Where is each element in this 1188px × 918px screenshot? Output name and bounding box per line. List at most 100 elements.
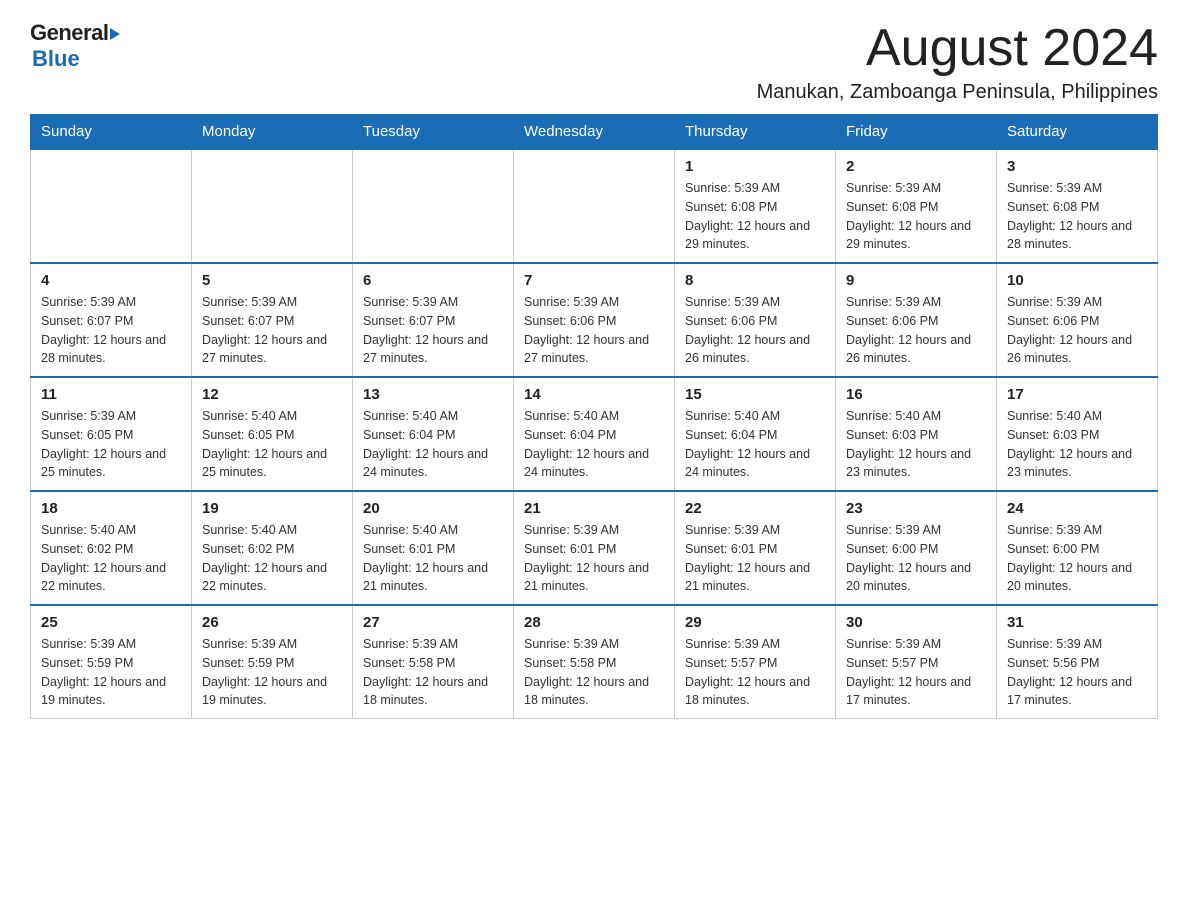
location-title: Manukan, Zamboanga Peninsula, Philippine… (757, 81, 1158, 104)
day-info: Sunrise: 5:39 AMSunset: 6:07 PMDaylight:… (41, 293, 181, 368)
calendar-cell: 16 Sunrise: 5:40 AMSunset: 6:03 PMDayligh… (836, 377, 997, 491)
month-title: August 2024 (757, 20, 1158, 77)
calendar-cell: 20Sunrise: 5:40 AMSunset: 6:01 PMDayligh… (353, 491, 514, 605)
day-number: 9 (846, 272, 986, 289)
day-info: Sunrise: 5:39 AMSunset: 6:06 PMDaylight:… (846, 293, 986, 368)
calendar-cell: 8 Sunrise: 5:39 AMSunset: 6:06 PMDaylight… (675, 263, 836, 377)
calendar-cell: 25 Sunrise: 5:39 AMSunset: 5:59 PMDayligh… (31, 605, 192, 719)
calendar-cell: 22 Sunrise: 5:39 AMSunset: 6:01 PMDayligh… (675, 491, 836, 605)
day-number: 27 (363, 614, 503, 631)
day-number: 17 (1007, 386, 1147, 403)
day-number: 19 (202, 500, 342, 517)
day-number: 12 (202, 386, 342, 403)
calendar-cell (192, 149, 353, 263)
day-info: Sunrise: 5:39 AMSunset: 5:57 PMDaylight:… (685, 635, 825, 710)
day-info: Sunrise: 5:40 AMSunset: 6:04 PMDaylight:… (685, 407, 825, 482)
calendar-cell: 13 Sunrise: 5:40 AMSunset: 6:04 PMDayligh… (353, 377, 514, 491)
day-number: 10 (1007, 272, 1147, 289)
day-number: 13 (363, 386, 503, 403)
header-tuesday: Tuesday (353, 115, 514, 150)
day-number: 25 (41, 614, 181, 631)
day-info: Sunrise: 5:39 AMSunset: 6:07 PMDaylight:… (202, 293, 342, 368)
logo: General Blue (30, 20, 120, 72)
header-monday: Monday (192, 115, 353, 150)
calendar-cell: 19Sunrise: 5:40 AMSunset: 6:02 PMDayligh… (192, 491, 353, 605)
day-number: 7 (524, 272, 664, 289)
day-info: Sunrise: 5:39 AMSunset: 6:06 PMDaylight:… (1007, 293, 1147, 368)
calendar-cell: 3Sunrise: 5:39 AMSunset: 6:08 PMDaylight… (997, 149, 1158, 263)
calendar-cell: 5 Sunrise: 5:39 AMSunset: 6:07 PMDaylight… (192, 263, 353, 377)
day-number: 14 (524, 386, 664, 403)
day-info: Sunrise: 5:39 AMSunset: 6:06 PMDaylight:… (685, 293, 825, 368)
calendar-cell (353, 149, 514, 263)
calendar-cell: 1 Sunrise: 5:39 AMSunset: 6:08 PMDaylight… (675, 149, 836, 263)
calendar-cell: 14Sunrise: 5:40 AMSunset: 6:04 PMDayligh… (514, 377, 675, 491)
day-info: Sunrise: 5:39 AMSunset: 6:08 PMDaylight:… (685, 179, 825, 254)
calendar-cell: 28 Sunrise: 5:39 AMSunset: 5:58 PMDayligh… (514, 605, 675, 719)
calendar-cell: 21 Sunrise: 5:39 AMSunset: 6:01 PMDayligh… (514, 491, 675, 605)
header-wednesday: Wednesday (514, 115, 675, 150)
day-number: 31 (1007, 614, 1147, 631)
day-info: Sunrise: 5:39 AMSunset: 6:06 PMDaylight:… (524, 293, 664, 368)
day-info: Sunrise: 5:39 AMSunset: 5:58 PMDaylight:… (524, 635, 664, 710)
week-row-3: 11 Sunrise: 5:39 AMSunset: 6:05 PMDayligh… (31, 377, 1158, 491)
day-info: Sunrise: 5:40 AMSunset: 6:03 PMDaylight:… (846, 407, 986, 482)
week-row-2: 4 Sunrise: 5:39 AMSunset: 6:07 PMDaylight… (31, 263, 1158, 377)
day-number: 6 (363, 272, 503, 289)
day-number: 29 (685, 614, 825, 631)
day-info: Sunrise: 5:39 AMSunset: 6:07 PMDaylight:… (363, 293, 503, 368)
day-number: 5 (202, 272, 342, 289)
day-info: Sunrise: 5:39 AMSunset: 6:01 PMDaylight:… (524, 521, 664, 596)
calendar-cell: 30Sunrise: 5:39 AMSunset: 5:57 PMDayligh… (836, 605, 997, 719)
header-row: Sunday Monday Tuesday Wednesday Thursday… (31, 115, 1158, 150)
day-number: 8 (685, 272, 825, 289)
calendar-cell: 4 Sunrise: 5:39 AMSunset: 6:07 PMDaylight… (31, 263, 192, 377)
day-info: Sunrise: 5:40 AMSunset: 6:05 PMDaylight:… (202, 407, 342, 482)
calendar-cell: 26 Sunrise: 5:39 AMSunset: 5:59 PMDayligh… (192, 605, 353, 719)
calendar-cell: 7 Sunrise: 5:39 AMSunset: 6:06 PMDaylight… (514, 263, 675, 377)
day-number: 16 (846, 386, 986, 403)
day-number: 22 (685, 500, 825, 517)
calendar-cell: 29 Sunrise: 5:39 AMSunset: 5:57 PMDayligh… (675, 605, 836, 719)
calendar-cell: 31Sunrise: 5:39 AMSunset: 5:56 PMDayligh… (997, 605, 1158, 719)
day-number: 30 (846, 614, 986, 631)
calendar-cell (514, 149, 675, 263)
title-area: August 2024 Manukan, Zamboanga Peninsula… (757, 20, 1158, 104)
logo-arrow-icon (110, 28, 120, 40)
day-number: 4 (41, 272, 181, 289)
day-number: 24 (1007, 500, 1147, 517)
day-info: Sunrise: 5:40 AMSunset: 6:03 PMDaylight:… (1007, 407, 1147, 482)
day-info: Sunrise: 5:39 AMSunset: 5:59 PMDaylight:… (41, 635, 181, 710)
day-info: Sunrise: 5:39 AMSunset: 5:59 PMDaylight:… (202, 635, 342, 710)
day-number: 1 (685, 158, 825, 175)
day-info: Sunrise: 5:40 AMSunset: 6:01 PMDaylight:… (363, 521, 503, 596)
week-row-4: 18 Sunrise: 5:40 AMSunset: 6:02 PMDayligh… (31, 491, 1158, 605)
calendar-cell: 27Sunrise: 5:39 AMSunset: 5:58 PMDayligh… (353, 605, 514, 719)
day-info: Sunrise: 5:39 AMSunset: 6:00 PMDaylight:… (846, 521, 986, 596)
day-number: 21 (524, 500, 664, 517)
logo-general: General (30, 20, 108, 46)
header-sunday: Sunday (31, 115, 192, 150)
week-row-5: 25 Sunrise: 5:39 AMSunset: 5:59 PMDayligh… (31, 605, 1158, 719)
day-number: 28 (524, 614, 664, 631)
day-info: Sunrise: 5:40 AMSunset: 6:04 PMDaylight:… (363, 407, 503, 482)
page-header: General Blue August 2024 Manukan, Zamboa… (30, 20, 1158, 104)
calendar-cell: 2Sunrise: 5:39 AMSunset: 6:08 PMDaylight… (836, 149, 997, 263)
header-saturday: Saturday (997, 115, 1158, 150)
day-info: Sunrise: 5:39 AMSunset: 6:01 PMDaylight:… (685, 521, 825, 596)
day-info: Sunrise: 5:39 AMSunset: 6:08 PMDaylight:… (1007, 179, 1147, 254)
calendar-cell (31, 149, 192, 263)
day-number: 15 (685, 386, 825, 403)
day-number: 18 (41, 500, 181, 517)
calendar-cell: 23Sunrise: 5:39 AMSunset: 6:00 PMDayligh… (836, 491, 997, 605)
calendar-cell: 9 Sunrise: 5:39 AMSunset: 6:06 PMDaylight… (836, 263, 997, 377)
calendar-table: Sunday Monday Tuesday Wednesday Thursday… (30, 114, 1158, 719)
day-number: 11 (41, 386, 181, 403)
day-info: Sunrise: 5:39 AMSunset: 6:00 PMDaylight:… (1007, 521, 1147, 596)
header-thursday: Thursday (675, 115, 836, 150)
calendar-cell: 10 Sunrise: 5:39 AMSunset: 6:06 PMDayligh… (997, 263, 1158, 377)
day-info: Sunrise: 5:40 AMSunset: 6:02 PMDaylight:… (41, 521, 181, 596)
day-info: Sunrise: 5:39 AMSunset: 6:05 PMDaylight:… (41, 407, 181, 482)
day-number: 2 (846, 158, 986, 175)
day-number: 26 (202, 614, 342, 631)
